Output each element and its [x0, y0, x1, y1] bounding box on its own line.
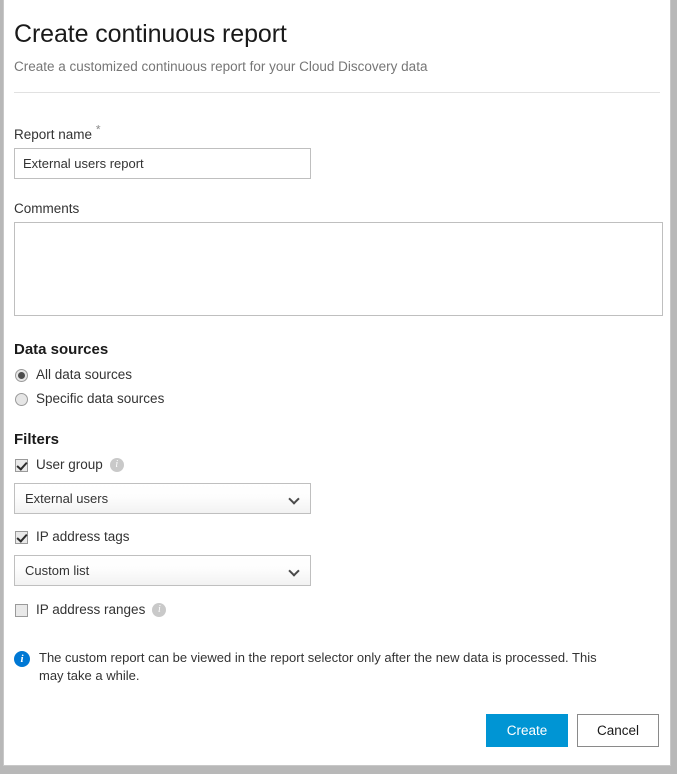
- user-group-select[interactable]: External users: [14, 483, 311, 514]
- checkbox-label-user-group: User group: [36, 456, 103, 474]
- comments-label: Comments: [14, 201, 660, 216]
- checkbox-ip-address-tags[interactable]: IP address tags: [14, 528, 660, 546]
- radio-all-data-sources[interactable]: All data sources: [14, 366, 660, 384]
- info-circle-icon-ip-address-ranges[interactable]: [152, 603, 166, 617]
- page-title: Create continuous report: [14, 0, 660, 50]
- report-name-label-text: Report name: [14, 127, 92, 142]
- filters-section: Filters User group External users IP add…: [14, 430, 660, 619]
- ip-address-tags-select[interactable]: Custom list: [14, 555, 311, 586]
- chevron-down-icon-ip-address-tags[interactable]: [290, 567, 299, 576]
- checkbox-label-ip-address-ranges: IP address ranges: [36, 601, 145, 619]
- comments-field-group: Comments: [14, 201, 660, 316]
- radio-mark-specific-data-sources[interactable]: [15, 393, 28, 406]
- required-marker: *: [96, 123, 101, 137]
- checkbox-mark-ip-address-ranges[interactable]: [15, 604, 28, 617]
- checkbox-ip-address-ranges[interactable]: IP address ranges: [14, 601, 660, 619]
- radio-specific-data-sources[interactable]: Specific data sources: [14, 390, 660, 408]
- chevron-down-icon-user-group[interactable]: [290, 495, 299, 504]
- report-name-field-group: Report name *: [14, 127, 660, 179]
- info-banner-text: The custom report can be viewed in the r…: [39, 649, 599, 685]
- info-banner: The custom report can be viewed in the r…: [14, 649, 660, 685]
- radio-label-specific-data-sources: Specific data sources: [36, 390, 164, 408]
- checkbox-user-group[interactable]: User group: [14, 456, 660, 474]
- info-circle-icon-user-group[interactable]: [110, 458, 124, 472]
- cancel-button[interactable]: Cancel: [577, 714, 659, 747]
- page-subtitle: Create a customized continuous report fo…: [14, 50, 660, 76]
- data-sources-section: Data sources All data sources Specific d…: [14, 340, 660, 408]
- comments-textarea[interactable]: [14, 222, 663, 316]
- create-continuous-report-panel: Create continuous report Create a custom…: [3, 0, 671, 766]
- user-group-select-value: External users: [25, 484, 108, 513]
- header-divider: [14, 92, 660, 93]
- radio-label-all-data-sources: All data sources: [36, 366, 132, 384]
- filters-heading: Filters: [14, 430, 660, 450]
- checkbox-mark-user-group[interactable]: [15, 459, 28, 472]
- report-name-label: Report name *: [14, 127, 660, 142]
- radio-mark-all-data-sources[interactable]: [15, 369, 28, 382]
- ip-address-tags-select-value: Custom list: [25, 556, 89, 585]
- create-button[interactable]: Create: [486, 714, 568, 747]
- report-name-input[interactable]: [14, 148, 311, 179]
- checkbox-label-ip-address-tags: IP address tags: [36, 528, 130, 546]
- footer-actions: Create Cancel: [486, 714, 659, 747]
- data-sources-heading: Data sources: [14, 340, 660, 360]
- checkbox-mark-ip-address-tags[interactable]: [15, 531, 28, 544]
- info-circle-icon-banner: [14, 651, 30, 667]
